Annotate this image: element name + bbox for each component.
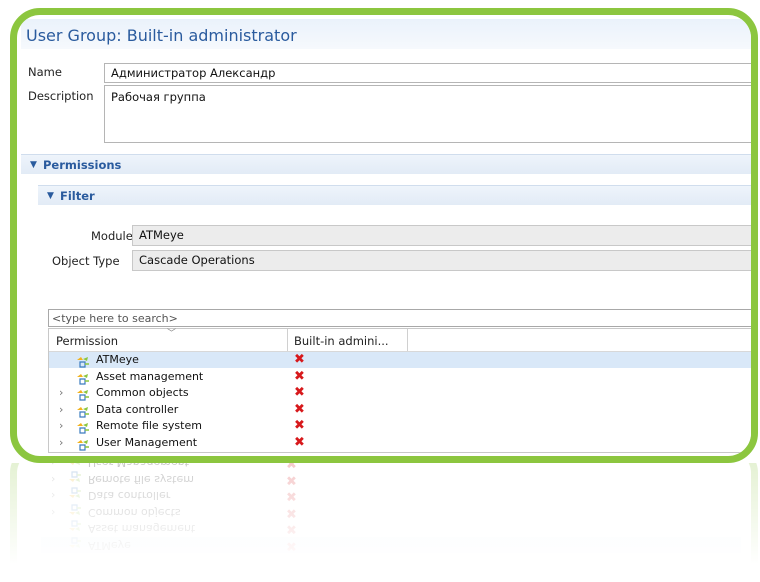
name-field[interactable]: Администратор Александр	[104, 63, 751, 83]
permission-label: Remote file system	[96, 419, 202, 432]
sort-indicator-icon: ﹀	[167, 329, 177, 339]
permissions-section-title: Permissions	[43, 158, 122, 172]
red-x-icon[interactable]: ✖	[294, 352, 305, 367]
window-title: User Group: Built-in administrator	[26, 26, 297, 45]
description-field[interactable]: Рабочая группа	[104, 85, 751, 143]
triangle-down-icon: ▼	[47, 191, 54, 201]
object-type-label: Object Type	[52, 254, 120, 268]
chevron-right-icon[interactable]: ›	[59, 419, 63, 432]
table-row[interactable]: › Remote file system ✖	[49, 418, 751, 434]
permissions-table: Permission ﹀ Built-in admini... ATMeye ✖ A…	[48, 328, 751, 453]
permission-tree-icon	[76, 436, 90, 451]
permission-label: Common objects	[96, 386, 189, 399]
column-divider[interactable]	[407, 329, 408, 351]
red-x-icon[interactable]: ✖	[294, 402, 305, 417]
filter-section-header[interactable]: ▼ Filter	[38, 185, 751, 205]
column-header-built-in-admin[interactable]: Built-in admini...	[294, 334, 389, 348]
chevron-right-icon[interactable]: ›	[59, 403, 63, 416]
mirror-reflection: ATMeye✖Asset management✖›Common objects✖…	[10, 463, 758, 582]
table-row[interactable]: › Data controller ✖	[49, 402, 751, 418]
module-label: Module	[91, 229, 133, 243]
permission-tree-icon	[76, 403, 90, 418]
filter-section-title: Filter	[60, 189, 95, 203]
permission-label: Data controller	[96, 402, 179, 416]
permission-tree-icon	[76, 419, 90, 434]
window-frame: User Group: Built-in administrator Name …	[10, 8, 758, 463]
table-row[interactable]: ATMeye ✖	[49, 352, 751, 368]
table-header: Permission ﹀ Built-in admini...	[49, 329, 751, 352]
table-row[interactable]: › User Management ✖	[49, 435, 751, 451]
red-x-icon[interactable]: ✖	[294, 369, 305, 384]
search-input[interactable]: <type here to search>	[48, 309, 751, 327]
triangle-down-icon: ▼	[30, 160, 37, 170]
chevron-right-icon[interactable]: ›	[59, 436, 63, 449]
permission-tree-icon	[76, 370, 90, 385]
red-x-icon[interactable]: ✖	[294, 418, 305, 433]
red-x-icon[interactable]: ✖	[294, 385, 305, 400]
permission-label: Asset management	[96, 369, 204, 383]
permission-tree-icon	[76, 353, 90, 368]
permissions-section-header[interactable]: ▼ Permissions	[21, 154, 751, 174]
red-x-icon[interactable]: ✖	[294, 435, 305, 450]
module-field[interactable]: ATMeye	[132, 225, 751, 246]
title-bar: User Group: Built-in administrator	[21, 19, 751, 49]
object-type-field[interactable]: Cascade Operations	[132, 250, 751, 271]
table-row[interactable]: Asset management ✖	[49, 369, 751, 385]
reflection-fade	[10, 463, 758, 582]
description-label: Description	[28, 89, 94, 103]
chevron-right-icon[interactable]: ›	[59, 386, 63, 399]
permission-label: User Management	[96, 435, 198, 449]
screenshot-stage: User Group: Built-in administrator Name …	[0, 0, 760, 582]
permission-tree-icon	[76, 386, 90, 401]
column-divider[interactable]	[287, 329, 288, 351]
editor-panel: User Group: Built-in administrator Name …	[21, 19, 751, 456]
column-header-permission[interactable]: Permission	[56, 334, 118, 348]
name-label: Name	[28, 65, 62, 79]
table-row[interactable]: › Common objects ✖	[49, 385, 751, 401]
permission-label: ATMeye	[96, 353, 139, 366]
